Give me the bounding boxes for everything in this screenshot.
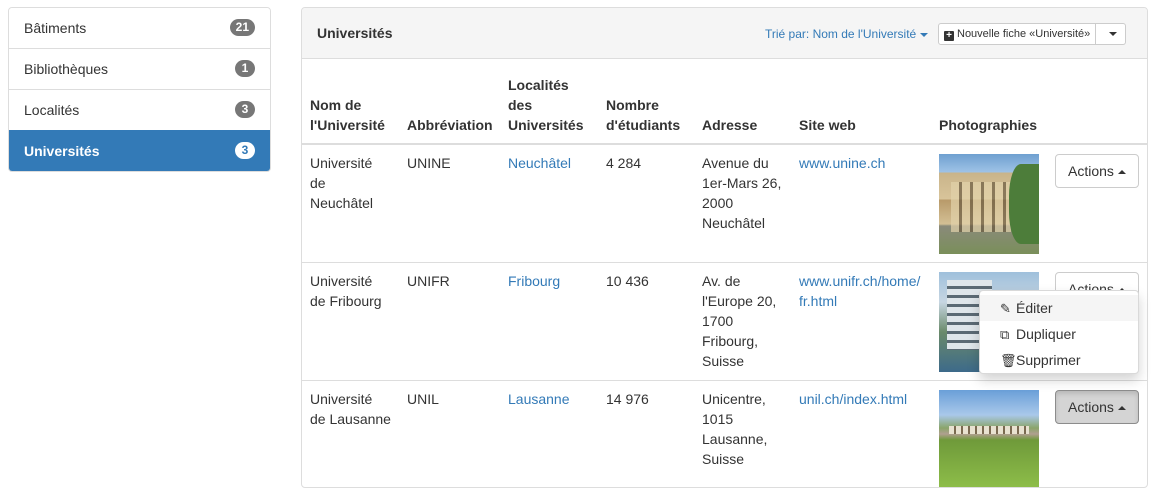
sidebar-item-universites[interactable]: Universités 3	[9, 130, 270, 171]
sidebar-item-batiments[interactable]: Bâtiments 21	[9, 8, 270, 48]
menu-item-edit[interactable]: ✎ Éditer	[980, 295, 1138, 321]
new-record-button[interactable]: + Nouvelle fiche «Université»	[938, 23, 1097, 45]
caret-up-icon	[1117, 406, 1126, 411]
column-header-students[interactable]: Nombre d'étudiants	[598, 59, 694, 145]
sidebar-item-label: Universités	[24, 143, 100, 159]
column-header-localities[interactable]: Localités des Universités	[500, 59, 598, 145]
new-record-button-group: + Nouvelle fiche «Université»	[938, 23, 1127, 45]
plus-square-icon: +	[944, 31, 954, 41]
menu-item-duplicate[interactable]: ⧉ Dupliquer	[980, 321, 1138, 347]
cell-name: Université de Neuchâtel	[310, 155, 374, 211]
column-header-website[interactable]: Site web	[791, 59, 931, 145]
cell-name: Université de Lausanne	[302, 380, 399, 487]
cell-locality: Fribourg	[500, 262, 598, 381]
cell-photo	[931, 144, 1047, 263]
locality-link[interactable]: Lausanne	[508, 391, 570, 407]
copy-icon: ⧉	[1000, 327, 1010, 342]
column-header-name[interactable]: Nom de l'Université	[302, 59, 399, 145]
pencil-icon: ✎	[1000, 301, 1011, 316]
new-record-options-button[interactable]	[1096, 23, 1127, 45]
locality-link[interactable]: Fribourg	[508, 273, 560, 289]
website-link[interactable]: www.unifr.ch/home/fr.html	[799, 273, 920, 309]
column-header-address[interactable]: Adresse	[694, 59, 791, 145]
cell-locality: Lausanne	[500, 380, 598, 487]
count-badge: 1	[235, 60, 255, 77]
sidebar-item-bibliotheques[interactable]: Bibliothèques 1	[9, 48, 270, 89]
menu-item-delete[interactable]: 🗑Supprimer	[980, 347, 1138, 373]
caret-down-icon	[920, 32, 929, 37]
cell-address: Av. de l'Europe 20, 1700 Fribourg, Suiss…	[694, 262, 791, 381]
sort-label: Trié par: Nom de l'Université	[765, 27, 917, 41]
cell-website: unil.ch/index.html	[791, 380, 931, 487]
cell-address: Unicentre, 1015 Lausanne, Suisse	[694, 380, 791, 487]
table-row: Université de Neuchâtel UNINE Neuchâtel …	[302, 144, 1147, 263]
cell-abbreviation: UNIFR	[399, 262, 500, 381]
actions-button[interactable]: Actions	[1055, 390, 1139, 424]
caret-down-icon	[1108, 32, 1117, 37]
cell-students: 4 284	[606, 155, 642, 171]
cell-locality: Neuchâtel	[500, 144, 598, 263]
website-link[interactable]: www.unine.ch	[799, 155, 885, 171]
cell-students: 14 976	[598, 380, 694, 487]
cell-actions: Actions	[1047, 144, 1147, 263]
sidebar-list: Bâtiments 21 Bibliothèques 1 Localités 3…	[8, 7, 271, 172]
cell-website: www.unifr.ch/home/fr.html	[791, 262, 931, 381]
cell-abbreviation: UNINE	[407, 155, 451, 171]
actions-dropdown-menu: ✎ Éditer ⧉ Dupliquer 🗑Supprimer	[979, 290, 1139, 374]
cell-photo	[931, 380, 1047, 487]
cell-students: 10 436	[598, 262, 694, 381]
count-badge: 21	[229, 19, 255, 36]
cell-name: Université de Fribourg	[302, 262, 399, 381]
actions-button[interactable]: Actions	[1055, 154, 1139, 188]
count-badge: 3	[235, 142, 255, 159]
cell-website: www.unine.ch	[791, 144, 931, 263]
actions-label: Actions	[1068, 399, 1114, 415]
universities-table: Nom de l'Université Abbréviation Localit…	[302, 59, 1147, 487]
menu-item-label: Dupliquer	[1016, 326, 1076, 342]
panel-heading: Universités Trié par: Nom de l'Universit…	[302, 8, 1147, 59]
photo-lausanne[interactable]	[939, 390, 1039, 487]
column-header-photographs[interactable]: Photographies	[931, 59, 1047, 145]
caret-up-icon	[1117, 170, 1126, 175]
menu-item-label: Éditer	[1016, 300, 1053, 316]
cell-address: Avenue du 1er-Mars 26, 2000 Neuchâtel	[702, 155, 782, 231]
website-link[interactable]: unil.ch/index.html	[799, 391, 907, 407]
sidebar-item-label: Localités	[24, 102, 80, 118]
cell-abbreviation: UNIL	[399, 380, 500, 487]
locality-link[interactable]: Neuchâtel	[508, 155, 571, 171]
sidebar-item-label: Bâtiments	[24, 20, 87, 36]
count-badge: 3	[235, 101, 255, 118]
menu-item-label: Supprimer	[1016, 352, 1081, 368]
actions-label: Actions	[1068, 163, 1114, 179]
sidebar-item-label: Bibliothèques	[24, 61, 109, 77]
new-record-label: Nouvelle fiche «Université»	[957, 28, 1091, 40]
photo-neuchatel[interactable]	[939, 154, 1039, 254]
column-header-abbreviation[interactable]: Abbréviation	[399, 59, 500, 145]
sidebar-item-localites[interactable]: Localités 3	[9, 89, 270, 130]
trash-icon: 🗑	[1000, 353, 1017, 368]
sort-dropdown[interactable]: Trié par: Nom de l'Université	[765, 27, 929, 41]
universities-panel: Universités Trié par: Nom de l'Universit…	[301, 7, 1148, 488]
table-header-row: Nom de l'Université Abbréviation Localit…	[302, 59, 1147, 145]
table-row: Université de Lausanne UNIL Lausanne 14 …	[302, 380, 1147, 487]
panel-title: Universités	[317, 25, 393, 41]
column-header-actions	[1047, 59, 1147, 145]
cell-actions: Actions	[1047, 380, 1147, 487]
